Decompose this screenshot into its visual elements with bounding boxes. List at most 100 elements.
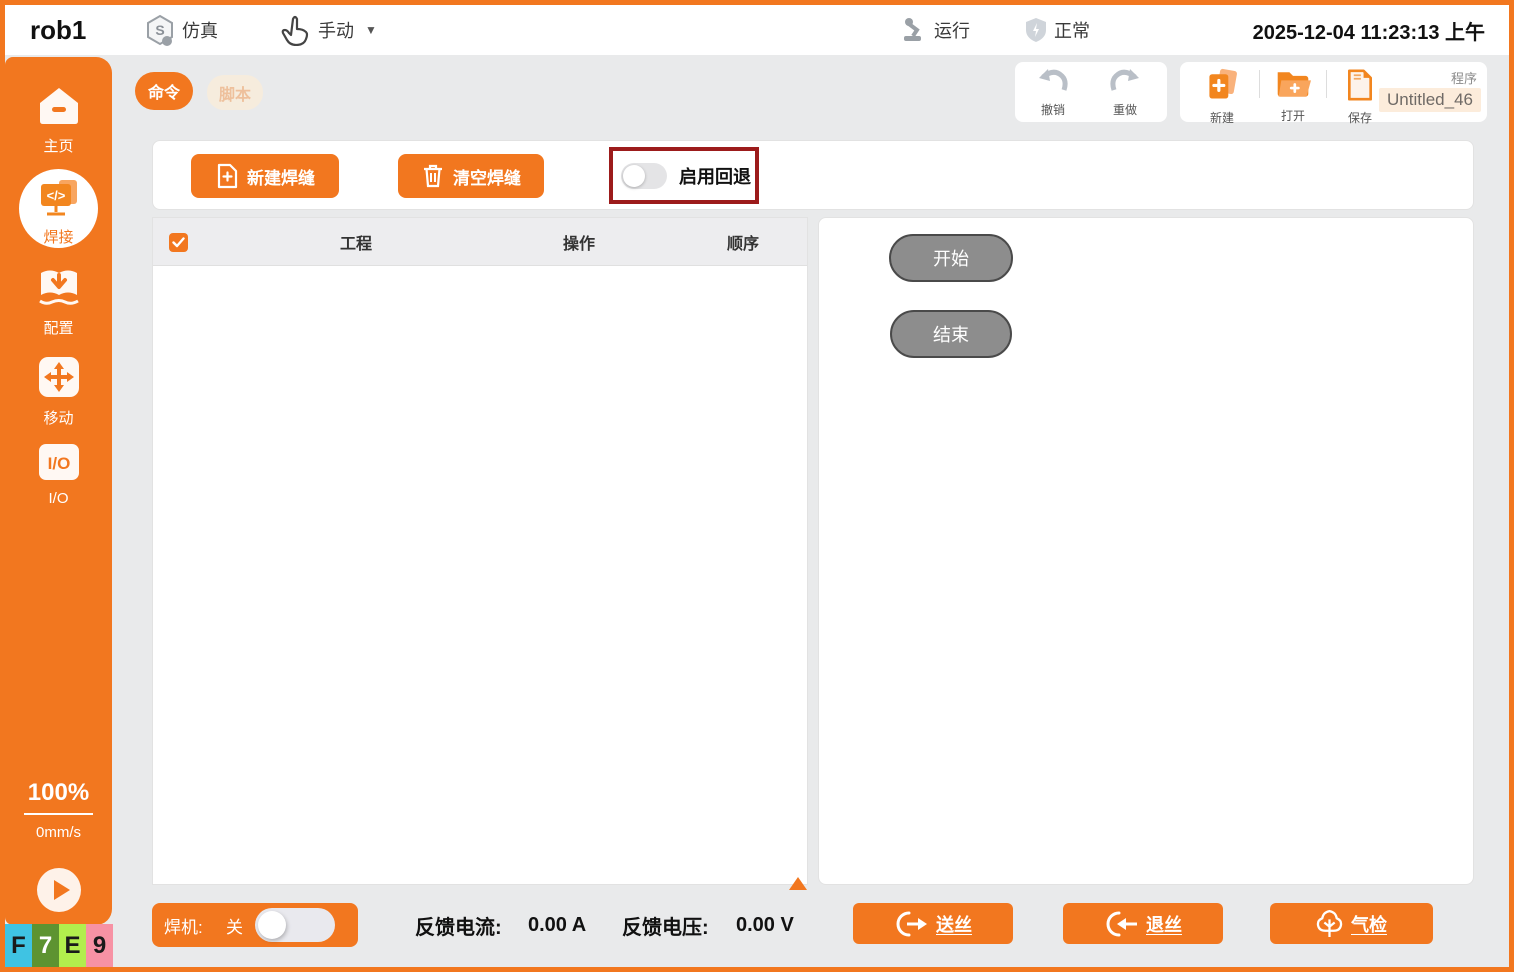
speed-percent: 100%: [24, 779, 93, 815]
speed-block: 100% 0mm/s: [5, 779, 112, 841]
top-bar: rob1 S 仿真 手动 ▼ 运行: [5, 5, 1509, 55]
save-file-icon: [1344, 67, 1376, 103]
column-header-order: 顺序: [727, 218, 759, 266]
divider: [1259, 70, 1260, 98]
play-icon: [36, 867, 82, 913]
sidebar-item-label: 主页: [5, 135, 112, 156]
fkey-indicator: 9: [86, 924, 113, 967]
trash-icon: [421, 163, 445, 189]
tab-script[interactable]: 脚本: [207, 75, 263, 110]
new-file-label: 新建: [1192, 109, 1252, 126]
run-status-label: 运行: [934, 17, 970, 43]
play-button[interactable]: [36, 867, 82, 913]
wire-retract-label: 退丝: [1146, 911, 1182, 937]
toggle-knob: [623, 165, 645, 187]
rollback-toggle[interactable]: [621, 163, 667, 189]
hand-icon: [281, 14, 311, 46]
fkey-indicator: F: [5, 924, 32, 967]
welder-state: 关: [226, 903, 243, 947]
welder-toggle[interactable]: [255, 908, 335, 942]
io-icon: I/O: [37, 442, 81, 482]
flow-start-node[interactable]: 开始: [889, 234, 1013, 282]
wire-feed-button[interactable]: 送丝: [853, 903, 1013, 944]
open-file-button[interactable]: 打开: [1263, 67, 1323, 124]
open-file-icon: [1275, 67, 1311, 101]
resize-triangle-marker[interactable]: [789, 877, 807, 890]
new-seam-button[interactable]: 新建焊缝: [191, 154, 339, 198]
app-window: rob1 S 仿真 手动 ▼ 运行: [0, 0, 1514, 972]
file-card: 新建 打开 保存 程序 Untitled_46: [1180, 62, 1487, 122]
mode-selector[interactable]: 手动 ▼: [281, 5, 377, 55]
clear-seam-label: 清空焊缝: [453, 164, 521, 189]
welder-switch-box: 焊机: 关: [152, 903, 358, 947]
config-icon: [36, 265, 82, 309]
gas-check-icon: [1316, 909, 1343, 938]
wire-retract-button[interactable]: 退丝: [1063, 903, 1223, 944]
rollback-label: 启用回退: [679, 163, 751, 189]
undo-label: 撤销: [1023, 101, 1083, 118]
tab-command[interactable]: 命令: [135, 72, 193, 110]
sidebar-item-label: 移动: [5, 407, 112, 428]
wire-retract-icon: [1104, 910, 1138, 938]
flow-panel: 开始 结束: [818, 217, 1474, 885]
feedback-current-label: 反馈电流:: [415, 903, 502, 947]
mode-label: 手动: [318, 17, 354, 43]
redo-button[interactable]: 重做: [1095, 67, 1155, 118]
health-status-label: 正常: [1054, 17, 1090, 43]
robot-icon: [901, 16, 927, 44]
wire-feed-icon: [894, 910, 928, 938]
simulation-icon: S: [145, 14, 175, 46]
robot-name: rob1: [30, 5, 86, 55]
home-icon: [36, 85, 82, 127]
welding-code-icon: </>: [35, 177, 83, 221]
shield-icon: [1025, 17, 1047, 43]
svg-text:I/O: I/O: [47, 454, 70, 473]
new-file-icon: [1204, 67, 1240, 103]
highlight-box: 启用回退: [609, 147, 759, 204]
run-status: 运行: [901, 5, 970, 55]
divider: [1326, 70, 1327, 98]
simulation-indicator[interactable]: S 仿真: [145, 5, 218, 55]
program-name[interactable]: Untitled_46: [1379, 88, 1481, 112]
new-file-button[interactable]: 新建: [1192, 67, 1252, 126]
sidebar-item-label: I/O: [5, 490, 112, 507]
welder-label: 焊机:: [164, 903, 203, 947]
table-header-row: 工程 操作 顺序: [153, 218, 807, 266]
history-card: 撤销 重做: [1015, 62, 1167, 122]
undo-button[interactable]: 撤销: [1023, 67, 1083, 118]
redo-label: 重做: [1095, 101, 1155, 118]
chevron-down-icon: ▼: [365, 23, 377, 37]
column-header-project: 工程: [340, 218, 372, 266]
wire-feed-label: 送丝: [936, 911, 972, 937]
flow-end-node[interactable]: 结束: [890, 310, 1012, 358]
undo-icon: [1036, 67, 1070, 95]
fkey-indicator: E: [59, 924, 86, 967]
health-status: 正常: [1025, 5, 1090, 55]
toggle-knob: [258, 911, 286, 939]
sidebar-item-io[interactable]: I/O I/O: [5, 442, 112, 507]
move-icon: [37, 355, 81, 399]
seam-table-panel: 工程 操作 顺序: [152, 217, 808, 885]
sidebar: 主页 </> 焊接 配置 移动: [5, 57, 112, 925]
sidebar-item-config[interactable]: 配置: [5, 265, 112, 338]
sidebar-item-label: 配置: [5, 317, 112, 338]
sidebar-item-welding[interactable]: </> 焊接: [19, 169, 98, 248]
svg-text:</>: </>: [46, 188, 65, 203]
sidebar-item-move[interactable]: 移动: [5, 355, 112, 428]
speed-value: 0mm/s: [5, 824, 112, 841]
clear-seam-button[interactable]: 清空焊缝: [398, 154, 544, 198]
gas-check-label: 气检: [1351, 911, 1387, 937]
column-header-operation: 操作: [563, 218, 595, 266]
select-all-checkbox[interactable]: [169, 233, 188, 252]
sidebar-item-home[interactable]: 主页: [5, 85, 112, 156]
gas-check-button[interactable]: 气检: [1270, 903, 1433, 944]
datetime: 2025-12-04 11:23:13 上午: [1253, 5, 1485, 55]
svg-text:S: S: [155, 22, 164, 38]
seam-toolbar-panel: 新建焊缝 清空焊缝 启用回退: [152, 140, 1474, 210]
feedback-current-value: 0.00 A: [528, 903, 586, 947]
feedback-voltage-label: 反馈电压:: [622, 903, 709, 947]
program-label: 程序: [1451, 68, 1477, 87]
check-icon: [172, 237, 185, 248]
fkey-indicator: 7: [32, 924, 59, 967]
file-plus-icon: [215, 163, 239, 189]
